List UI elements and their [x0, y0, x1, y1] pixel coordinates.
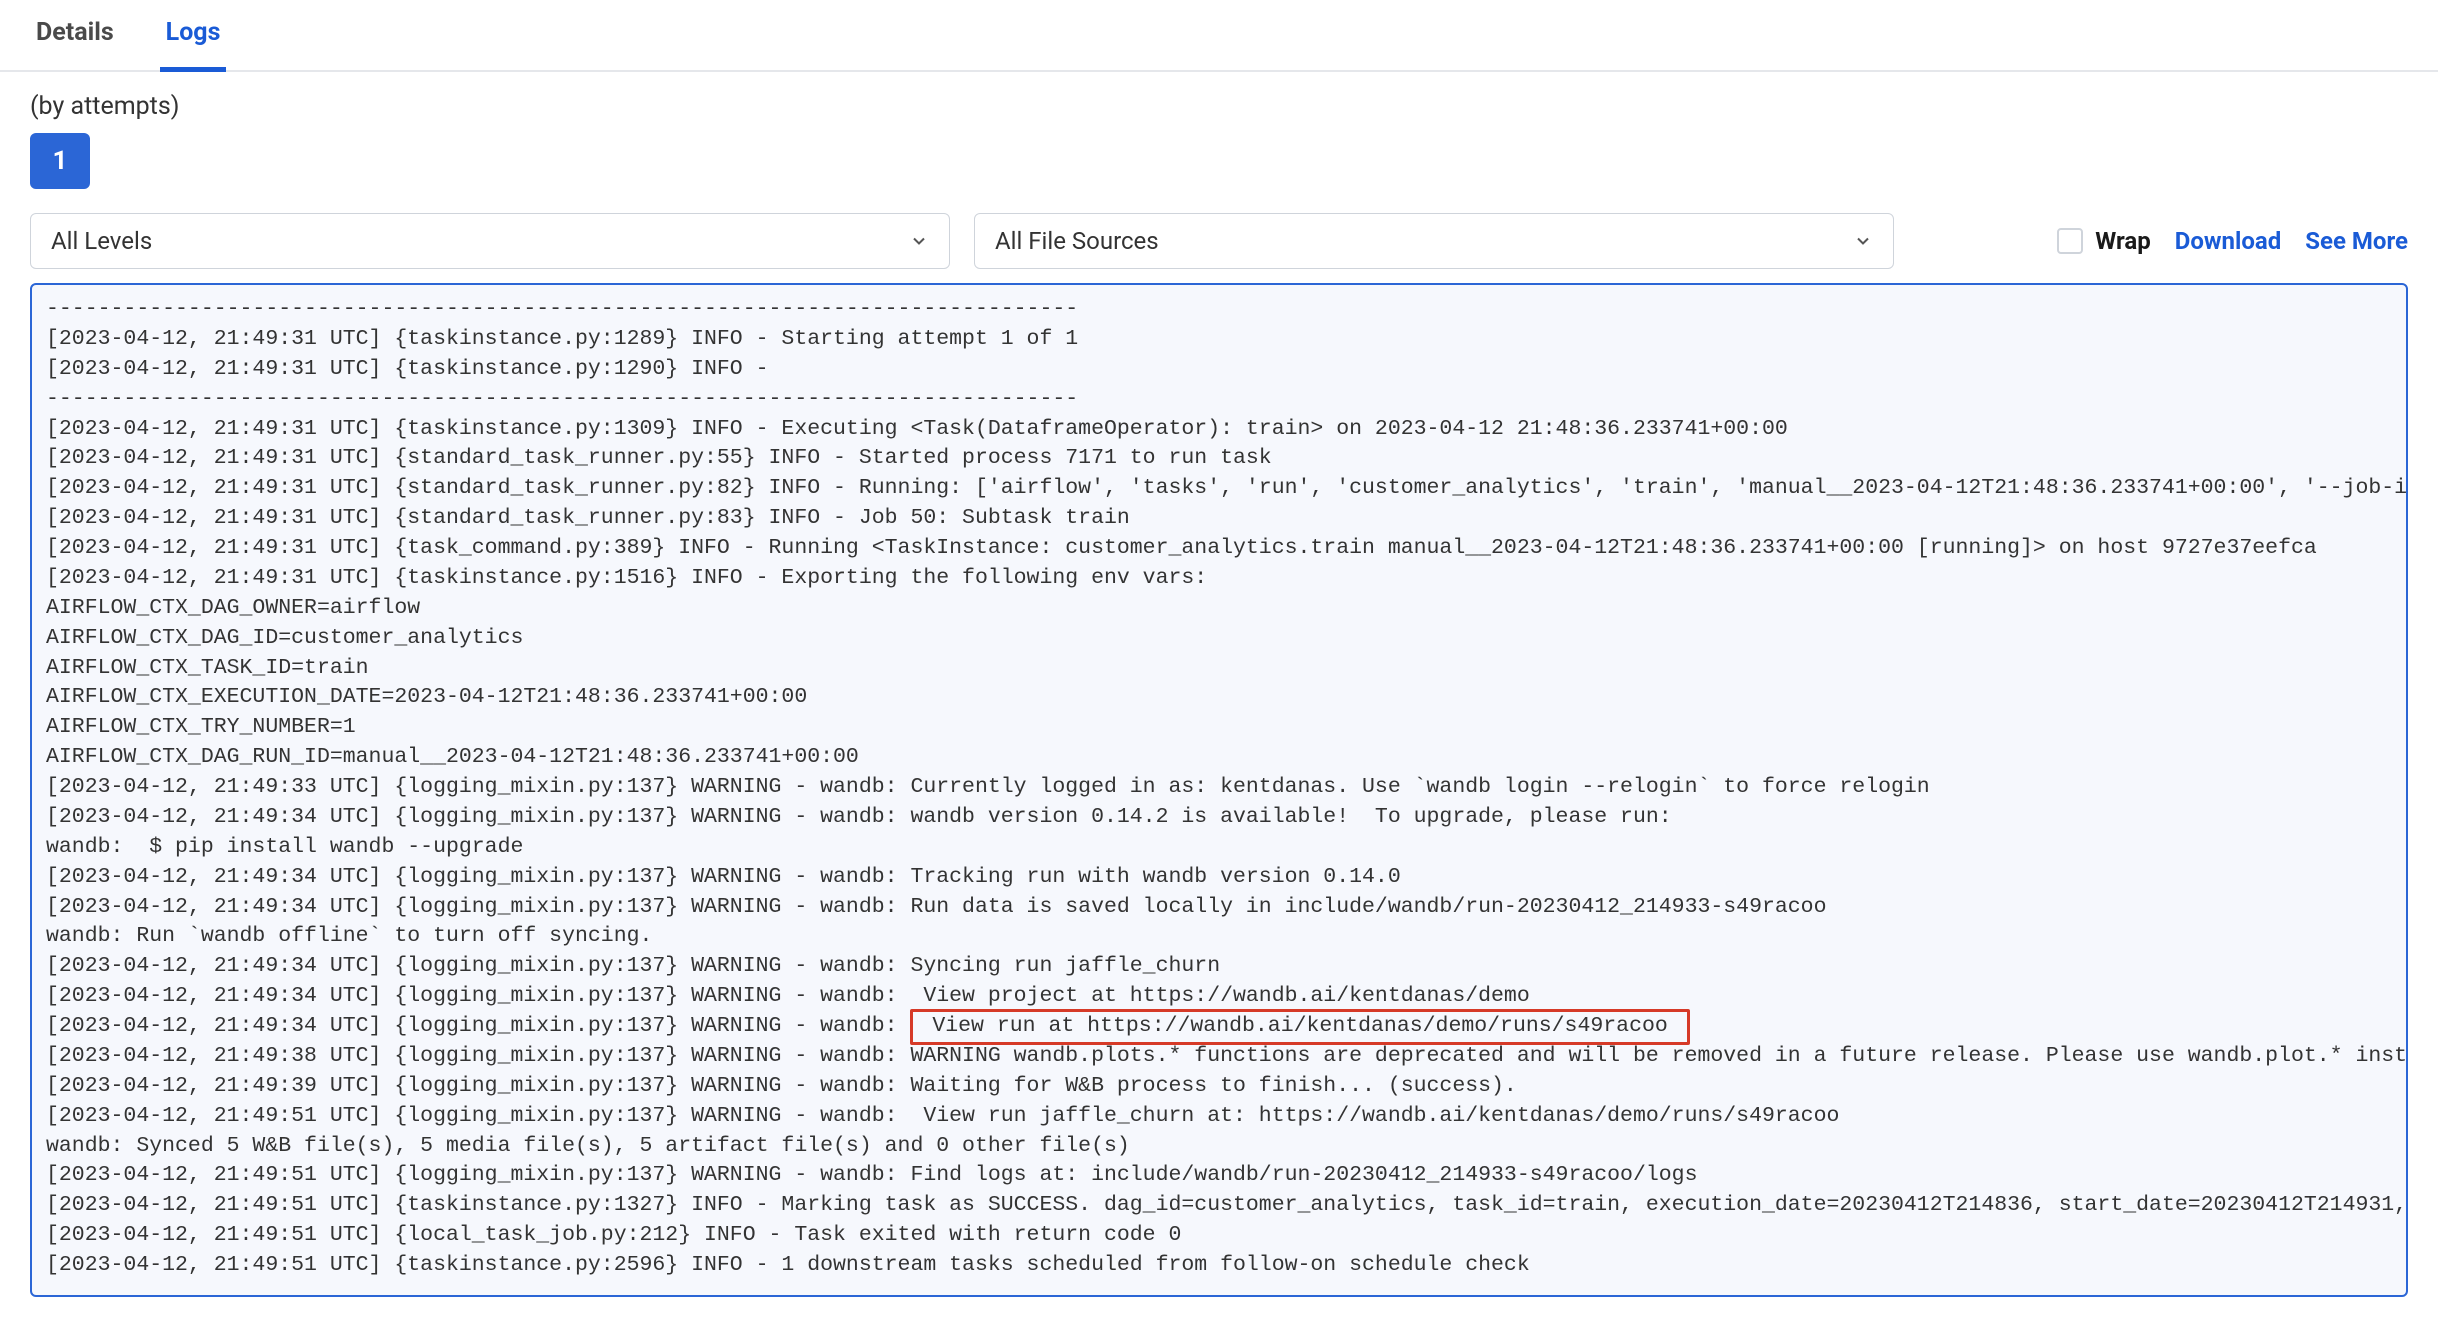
log-line: wandb: $ pip install wandb --upgrade	[46, 833, 2392, 863]
log-line: ----------------------------------------…	[46, 295, 2392, 325]
log-line: ----------------------------------------…	[46, 385, 2392, 415]
log-level-value: All Levels	[51, 227, 152, 255]
tab-logs[interactable]: Logs	[160, 0, 227, 72]
log-line: [2023-04-12, 21:49:34 UTC] {logging_mixi…	[46, 863, 2392, 893]
log-line: [2023-04-12, 21:49:51 UTC] {taskinstance…	[46, 1251, 2392, 1281]
wrap-label: Wrap	[2095, 227, 2151, 255]
tab-details[interactable]: Details	[30, 0, 120, 72]
file-source-value: All File Sources	[995, 227, 1159, 255]
chevron-down-icon	[1853, 231, 1873, 251]
tabs: Details Logs	[0, 0, 2438, 72]
log-line: [2023-04-12, 21:49:31 UTC] {taskinstance…	[46, 325, 2392, 355]
log-line: [2023-04-12, 21:49:51 UTC] {logging_mixi…	[46, 1161, 2392, 1191]
log-line: [2023-04-12, 21:49:33 UTC] {logging_mixi…	[46, 773, 2392, 803]
log-line: [2023-04-12, 21:49:34 UTC] {logging_mixi…	[46, 803, 2392, 833]
log-line: [2023-04-12, 21:49:31 UTC] {taskinstance…	[46, 355, 2392, 385]
log-line: AIRFLOW_CTX_EXECUTION_DATE=2023-04-12T21…	[46, 683, 2392, 713]
log-line: [2023-04-12, 21:49:34 UTC] {logging_mixi…	[46, 1012, 2392, 1042]
highlighted-run-url: View run at https://wandb.ai/kentdanas/d…	[910, 1009, 1689, 1045]
chevron-down-icon	[909, 231, 929, 251]
log-controls: All Levels All File Sources Wrap Downloa…	[30, 213, 2408, 269]
log-line: [2023-04-12, 21:49:34 UTC] {logging_mixi…	[46, 982, 2392, 1012]
log-line: AIRFLOW_CTX_TRY_NUMBER=1	[46, 713, 2392, 743]
log-line: [2023-04-12, 21:49:34 UTC] {logging_mixi…	[46, 893, 2392, 923]
log-line: AIRFLOW_CTX_DAG_ID=customer_analytics	[46, 624, 2392, 654]
log-line: [2023-04-12, 21:49:51 UTC] {local_task_j…	[46, 1221, 2392, 1251]
see-more-button[interactable]: See More	[2305, 227, 2408, 255]
log-line: AIRFLOW_CTX_TASK_ID=train	[46, 654, 2392, 684]
log-line: [2023-04-12, 21:49:31 UTC] {standard_tas…	[46, 444, 2392, 474]
log-line: wandb: Run `wandb offline` to turn off s…	[46, 922, 2392, 952]
log-line: [2023-04-12, 21:49:38 UTC] {logging_mixi…	[46, 1042, 2392, 1072]
log-output[interactable]: ----------------------------------------…	[30, 283, 2408, 1297]
attempt-1-button[interactable]: 1	[30, 133, 90, 189]
download-button[interactable]: Download	[2175, 227, 2281, 255]
log-line: [2023-04-12, 21:49:31 UTC] {task_command…	[46, 534, 2392, 564]
log-line: wandb: Synced 5 W&B file(s), 5 media fil…	[46, 1132, 2392, 1162]
log-line: [2023-04-12, 21:49:31 UTC] {taskinstance…	[46, 564, 2392, 594]
log-line: [2023-04-12, 21:49:31 UTC] {taskinstance…	[46, 415, 2392, 445]
file-source-select[interactable]: All File Sources	[974, 213, 1894, 269]
wrap-checkbox[interactable]	[2057, 228, 2083, 254]
log-line: [2023-04-12, 21:49:51 UTC] {logging_mixi…	[46, 1102, 2392, 1132]
log-line: AIRFLOW_CTX_DAG_RUN_ID=manual__2023-04-1…	[46, 743, 2392, 773]
log-line: [2023-04-12, 21:49:31 UTC] {standard_tas…	[46, 474, 2392, 504]
log-line: [2023-04-12, 21:49:31 UTC] {standard_tas…	[46, 504, 2392, 534]
log-line: [2023-04-12, 21:49:39 UTC] {logging_mixi…	[46, 1072, 2392, 1102]
log-line: [2023-04-12, 21:49:51 UTC] {taskinstance…	[46, 1191, 2392, 1221]
log-line: [2023-04-12, 21:49:34 UTC] {logging_mixi…	[46, 952, 2392, 982]
log-level-select[interactable]: All Levels	[30, 213, 950, 269]
log-line: AIRFLOW_CTX_DAG_OWNER=airflow	[46, 594, 2392, 624]
attempts-label: (by attempts)	[30, 92, 2408, 121]
